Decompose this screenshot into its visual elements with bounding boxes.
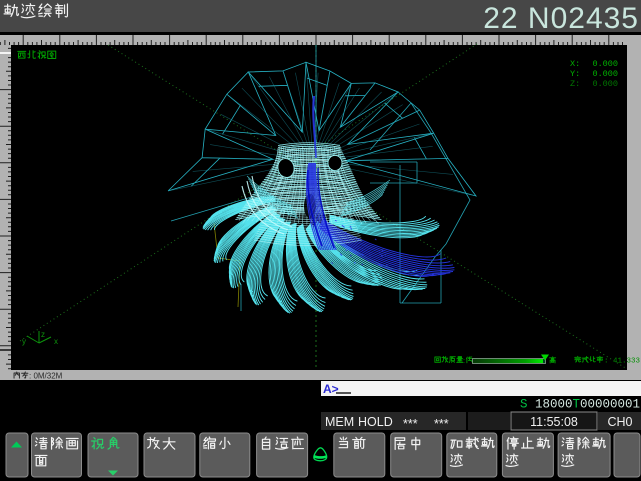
svg-text:0.000: 0.000 — [592, 59, 618, 69]
svg-text:CH0: CH0 — [607, 415, 632, 429]
svg-text:x: x — [54, 337, 58, 346]
svg-text:: 0M/32M: : 0M/32M — [29, 372, 63, 381]
svg-text:X:: X: — [570, 59, 580, 69]
svg-text:Y:: Y: — [570, 69, 580, 79]
svg-text:y: y — [22, 337, 26, 346]
svg-text:0.000: 0.000 — [592, 69, 618, 79]
svg-text:***: *** — [403, 417, 418, 431]
svg-text:11:55:08: 11:55:08 — [530, 415, 578, 429]
svg-text:HOLD: HOLD — [358, 415, 393, 429]
svg-text::: : — [463, 356, 465, 365]
svg-text:S 18000T00000001: S 18000T00000001 — [520, 398, 640, 412]
svg-text:z: z — [41, 330, 45, 339]
svg-text:22 N02435: 22 N02435 — [483, 2, 639, 35]
svg-text:: 41.333: : 41.333 — [604, 358, 641, 366]
svg-text:***: *** — [434, 417, 449, 431]
svg-text:MEM: MEM — [325, 415, 354, 429]
svg-text:Z:: Z: — [570, 79, 580, 89]
svg-text:0.000: 0.000 — [592, 79, 618, 89]
